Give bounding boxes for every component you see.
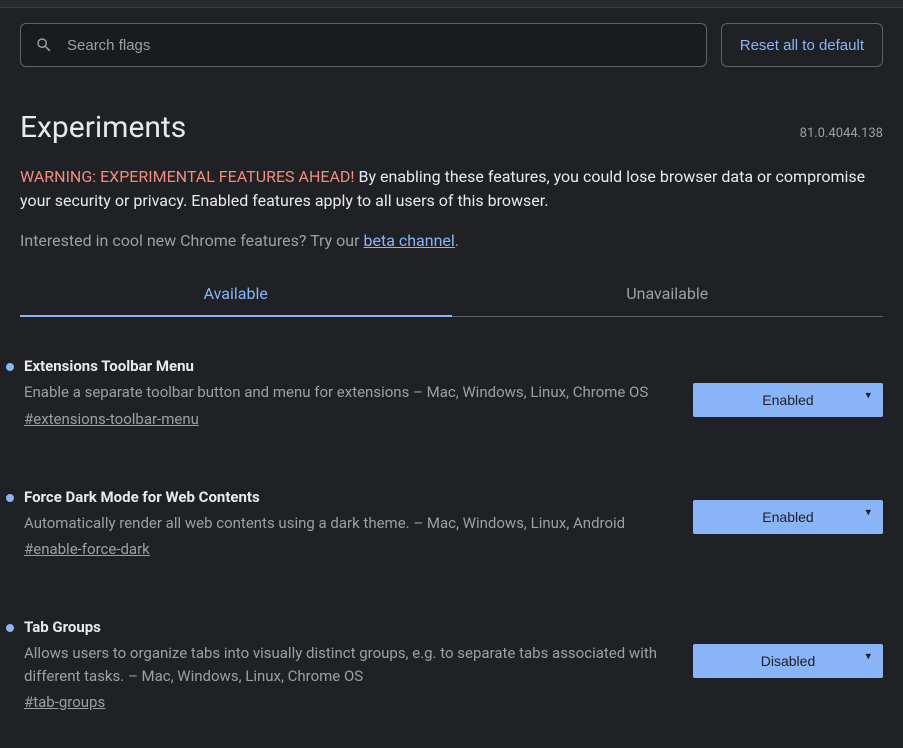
flag-state-select[interactable]: Enabled	[693, 383, 883, 417]
flag-item: Force Dark Mode for Web Contents Automat…	[20, 488, 883, 559]
search-container[interactable]	[20, 23, 707, 67]
modified-dot-icon	[6, 363, 14, 371]
flag-anchor-link[interactable]: #extensions-toolbar-menu	[24, 410, 199, 428]
interest-prefix: Interested in cool new Chrome features? …	[20, 231, 363, 250]
modified-dot-icon	[6, 624, 14, 632]
search-icon	[35, 36, 53, 54]
flag-list: Extensions Toolbar Menu Enable a separat…	[0, 317, 903, 711]
version-label: 81.0.4044.138	[800, 126, 883, 141]
flag-state-select[interactable]: Enabled	[693, 500, 883, 534]
flag-item: Tab Groups Allows users to organize tabs…	[20, 618, 883, 711]
flag-title: Tab Groups	[24, 618, 665, 636]
title-row: Experiments 81.0.4044.138	[0, 82, 903, 155]
interest-suffix: .	[455, 231, 459, 250]
flag-description: Enable a separate toolbar button and men…	[24, 381, 665, 404]
interest-text: Interested in cool new Chrome features? …	[0, 213, 903, 272]
tab-unavailable[interactable]: Unavailable	[452, 272, 884, 317]
flag-anchor-link[interactable]: #enable-force-dark	[24, 540, 150, 558]
window-topbar	[0, 0, 903, 8]
flag-description: Allows users to organize tabs into visua…	[24, 642, 665, 687]
reset-all-button[interactable]: Reset all to default	[721, 23, 883, 67]
flag-title: Force Dark Mode for Web Contents	[24, 488, 665, 506]
beta-channel-link[interactable]: beta channel	[363, 231, 454, 250]
flag-state-select[interactable]: Disabled	[693, 644, 883, 678]
flag-anchor-link[interactable]: #tab-groups	[24, 693, 105, 711]
warning-prefix: WARNING: EXPERIMENTAL FEATURES AHEAD!	[20, 167, 355, 186]
page-title: Experiments	[20, 110, 186, 145]
search-input[interactable]	[67, 37, 692, 54]
tabs: Available Unavailable	[20, 272, 883, 317]
flag-title: Extensions Toolbar Menu	[24, 357, 665, 375]
warning-text: WARNING: EXPERIMENTAL FEATURES AHEAD! By…	[0, 155, 903, 213]
modified-dot-icon	[6, 494, 14, 502]
tab-available[interactable]: Available	[20, 272, 452, 317]
flag-description: Automatically render all web contents us…	[24, 512, 665, 535]
flag-item: Extensions Toolbar Menu Enable a separat…	[20, 357, 883, 428]
header-row: Reset all to default	[0, 8, 903, 82]
